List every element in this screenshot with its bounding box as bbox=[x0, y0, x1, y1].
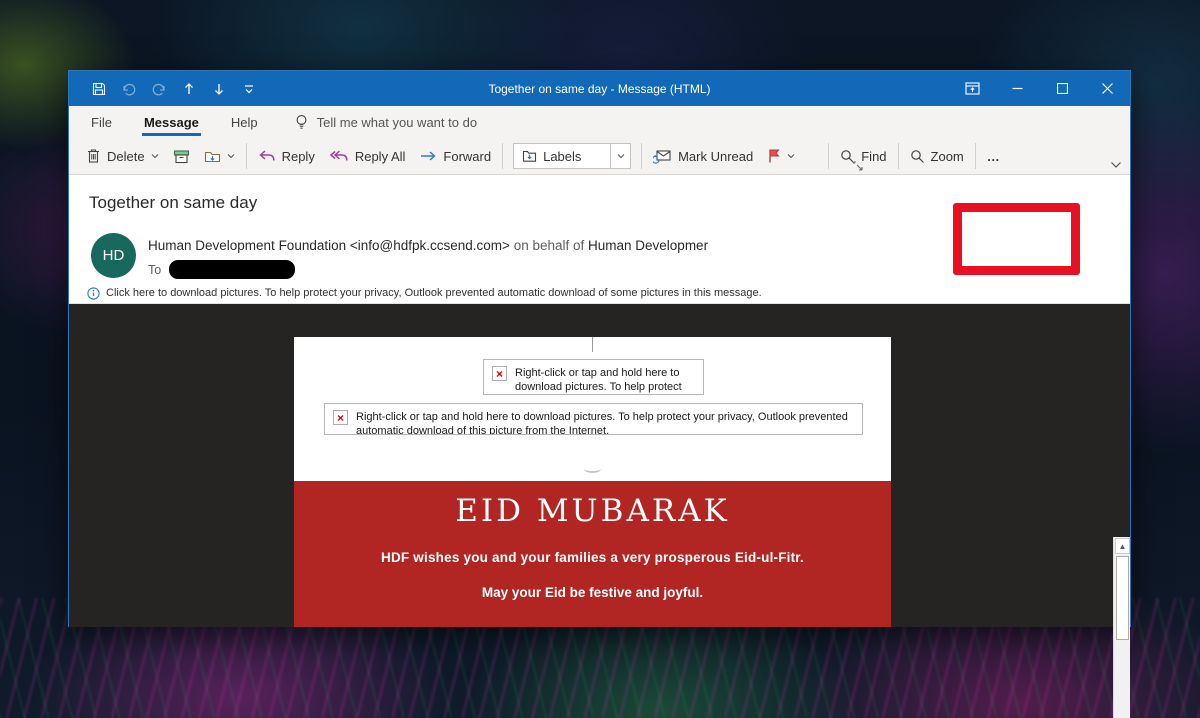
tell-me-box[interactable]: Tell me what you want to do bbox=[294, 114, 477, 131]
blocked-small-line2: download pictures. To help protect yo bbox=[515, 381, 682, 395]
mark-unread-button[interactable]: Mark Unread bbox=[646, 141, 760, 171]
undo-icon bbox=[119, 79, 139, 99]
reply-label: Reply bbox=[282, 149, 315, 164]
archive-button[interactable] bbox=[166, 141, 197, 171]
labels-label: Labels bbox=[543, 149, 581, 164]
blocked-small-line1: Right-click or tap and hold here to bbox=[515, 367, 679, 379]
banner-line2: May your Eid be festive and joyful. bbox=[294, 585, 891, 600]
labels-dropdown-arrow[interactable] bbox=[610, 144, 630, 168]
reading-pane: × Right-click or tap and hold here to do… bbox=[69, 304, 1130, 627]
labels-icon bbox=[522, 149, 537, 163]
on-behalf-label: on behalf of bbox=[514, 238, 588, 253]
blocked-wide-line2: automatic download of this picture from … bbox=[356, 425, 609, 435]
delete-button[interactable]: Delete bbox=[79, 141, 166, 171]
minimize-button[interactable] bbox=[995, 71, 1040, 106]
magnifier-icon bbox=[910, 149, 925, 164]
ribbon-display-options-button[interactable] bbox=[950, 71, 995, 106]
follow-up-flag-button[interactable] bbox=[760, 141, 802, 171]
download-pictures-infobar[interactable]: Click here to download pictures. To help… bbox=[69, 283, 1130, 304]
blocked-image-placeholder-wide[interactable]: × Right-click or tap and hold here to do… bbox=[324, 403, 863, 435]
blocked-image-icon: × bbox=[333, 410, 348, 425]
forward-icon bbox=[419, 149, 437, 163]
email-page: × Right-click or tap and hold here to do… bbox=[294, 337, 891, 627]
tab-file[interactable]: File bbox=[81, 106, 122, 138]
scrollbar-thumb[interactable] bbox=[1116, 556, 1129, 640]
banner-line1: HDF wishes you and your families a very … bbox=[294, 550, 891, 565]
previous-item-icon[interactable] bbox=[179, 79, 199, 99]
recipient-redacted bbox=[169, 260, 295, 279]
desktop: Together on same day - Message (HTML) F bbox=[0, 0, 1200, 718]
scroll-up-button[interactable]: ▲ bbox=[1115, 538, 1130, 554]
blocked-image-icon: × bbox=[492, 366, 507, 381]
message-subject: Together on same day bbox=[89, 193, 257, 213]
find-button[interactable]: Find bbox=[833, 141, 893, 171]
forward-button[interactable]: Forward bbox=[412, 141, 498, 171]
ribbon-separator bbox=[641, 143, 642, 169]
ribbon: Delete Reply Reply All bbox=[69, 138, 1130, 175]
trash-icon bbox=[86, 148, 101, 164]
flag-icon bbox=[767, 148, 781, 164]
customize-qat-icon[interactable] bbox=[239, 79, 259, 99]
quick-access-toolbar bbox=[69, 79, 259, 99]
to-line: To bbox=[148, 260, 295, 279]
divider-dash bbox=[584, 465, 601, 473]
dialog-launcher-icon[interactable] bbox=[853, 161, 863, 171]
tab-message[interactable]: Message bbox=[134, 106, 209, 138]
red-annotation-rectangle bbox=[953, 203, 1080, 275]
maximize-button[interactable] bbox=[1040, 71, 1085, 106]
info-icon bbox=[87, 287, 100, 300]
forward-label: Forward bbox=[443, 149, 491, 164]
reply-all-label: Reply All bbox=[355, 149, 406, 164]
ribbon-separator bbox=[975, 143, 976, 169]
sender-display-name[interactable]: Human Developmer bbox=[588, 238, 708, 253]
reply-button[interactable]: Reply bbox=[251, 141, 322, 171]
labels-combobox[interactable]: Labels bbox=[513, 143, 631, 169]
labels-main[interactable]: Labels bbox=[514, 149, 610, 164]
close-button[interactable] bbox=[1085, 71, 1130, 106]
reply-icon bbox=[258, 149, 276, 164]
sender-line: Human Development Foundation <info@hdfpk… bbox=[148, 238, 708, 253]
vertical-scrollbar[interactable]: ▲ ▼ bbox=[1113, 537, 1130, 718]
ribbon-separator bbox=[828, 143, 829, 169]
tell-me-label: Tell me what you want to do bbox=[317, 115, 477, 130]
text-cursor bbox=[592, 337, 593, 352]
to-label: To bbox=[148, 263, 161, 277]
delete-label: Delete bbox=[107, 149, 145, 164]
redo-icon bbox=[149, 79, 169, 99]
mark-unread-label: Mark Unread bbox=[678, 149, 753, 164]
ribbon-separator bbox=[502, 143, 503, 169]
infobar-text: Click here to download pictures. To help… bbox=[106, 287, 762, 299]
move-to-folder-button[interactable] bbox=[197, 141, 242, 171]
title-bar: Together on same day - Message (HTML) bbox=[69, 71, 1130, 106]
envelope-icon bbox=[653, 148, 672, 164]
reply-all-icon bbox=[329, 149, 349, 164]
sender-address[interactable]: Human Development Foundation <info@hdfpk… bbox=[148, 238, 510, 253]
next-item-icon[interactable] bbox=[209, 79, 229, 99]
message-header: Together on same day HD Human Developmen… bbox=[69, 175, 1130, 283]
blocked-wide-line1: Right-click or tap and hold here to down… bbox=[356, 411, 848, 423]
sender-avatar[interactable]: HD bbox=[91, 233, 136, 278]
ribbon-separator bbox=[898, 143, 899, 169]
eid-banner: EID MUBARAK HDF wishes you and your fami… bbox=[294, 481, 891, 627]
banner-title: EID MUBARAK bbox=[294, 493, 891, 529]
lightbulb-icon bbox=[294, 114, 309, 131]
zoom-label: Zoom bbox=[931, 149, 964, 164]
blocked-image-placeholder-small[interactable]: × Right-click or tap and hold here to do… bbox=[483, 359, 704, 395]
tab-help[interactable]: Help bbox=[221, 106, 268, 138]
more-commands-button[interactable]: … bbox=[980, 141, 1009, 171]
outlook-message-window: Together on same day - Message (HTML) F bbox=[68, 70, 1131, 627]
menu-bar: File Message Help Tell me what you want … bbox=[69, 106, 1130, 138]
zoom-button[interactable]: Zoom bbox=[903, 141, 971, 171]
collapse-ribbon-icon[interactable] bbox=[1110, 161, 1122, 169]
find-label: Find bbox=[861, 149, 886, 164]
save-icon[interactable] bbox=[89, 79, 109, 99]
reply-all-button[interactable]: Reply All bbox=[322, 141, 413, 171]
ribbon-separator bbox=[246, 143, 247, 169]
